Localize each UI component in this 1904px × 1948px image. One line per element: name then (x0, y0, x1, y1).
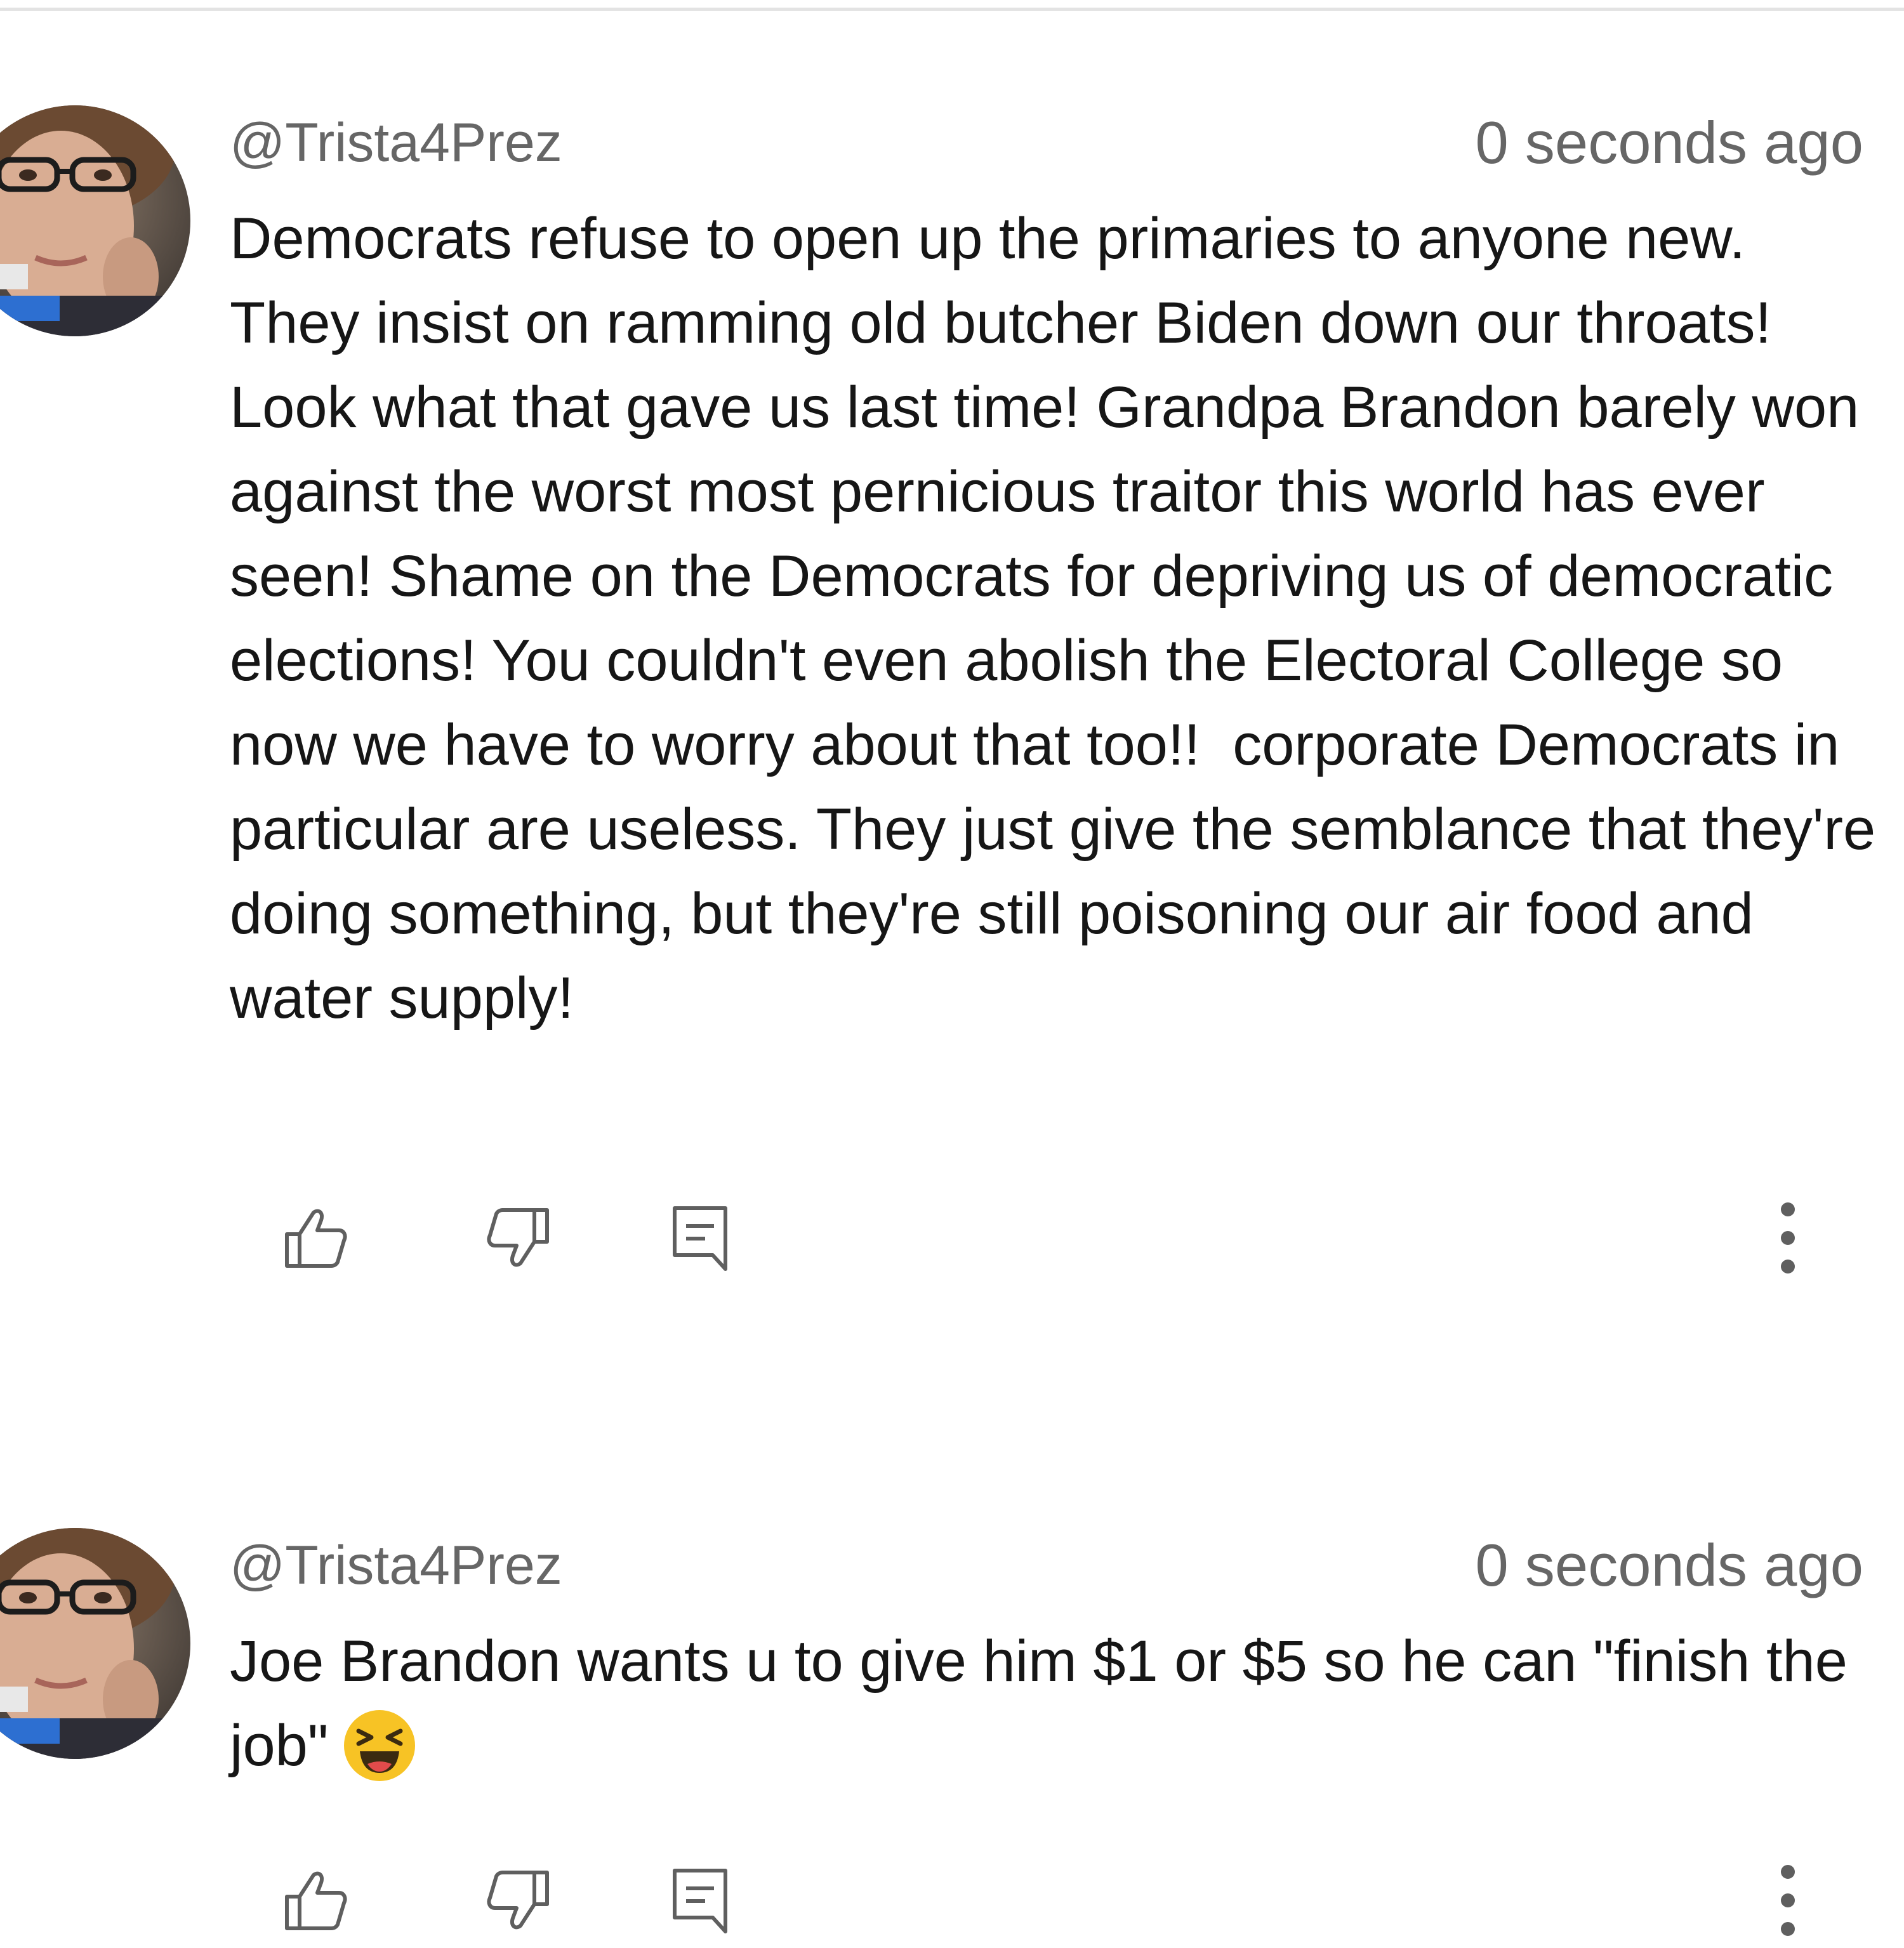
avatar[interactable] (0, 1528, 190, 1759)
comment-author[interactable]: @Trista4Prez (230, 115, 562, 170)
comment-actions (0, 1859, 1904, 1948)
comment-timestamp[interactable]: 0 seconds ago (1476, 113, 1863, 173)
laughing-squint-emoji-icon (342, 1708, 417, 1783)
comment-text: Democrats refuse to open up the primarie… (230, 206, 1892, 1030)
reply-comment-icon (670, 1203, 733, 1273)
like-button[interactable] (274, 1859, 357, 1942)
dislike-button[interactable] (477, 1197, 560, 1279)
more-vert-icon (1778, 1862, 1797, 1938)
top-divider (0, 8, 1904, 11)
reply-button[interactable] (660, 1197, 743, 1279)
comment-timestamp[interactable]: 0 seconds ago (1476, 1536, 1863, 1595)
more-options-button[interactable] (1747, 1197, 1829, 1279)
reply-comment-icon (670, 1866, 733, 1935)
thumbs-up-icon (281, 1206, 350, 1270)
dislike-button[interactable] (477, 1859, 560, 1942)
avatar[interactable] (0, 105, 190, 336)
comment-text: Joe Brandon wants u to give him $1 or $5… (230, 1619, 1880, 1788)
reply-button[interactable] (660, 1859, 743, 1942)
thumbs-up-icon (281, 1869, 350, 1932)
comment-actions (0, 1197, 1904, 1286)
comment-author[interactable]: @Trista4Prez (230, 1538, 562, 1593)
comment-text-content: Joe Brandon wants u to give him $1 or $5… (230, 1629, 1864, 1778)
more-options-button[interactable] (1747, 1859, 1829, 1942)
like-button[interactable] (274, 1197, 357, 1279)
more-vert-icon (1778, 1200, 1797, 1276)
thumbs-down-icon (484, 1869, 553, 1932)
thumbs-down-icon (484, 1206, 553, 1270)
